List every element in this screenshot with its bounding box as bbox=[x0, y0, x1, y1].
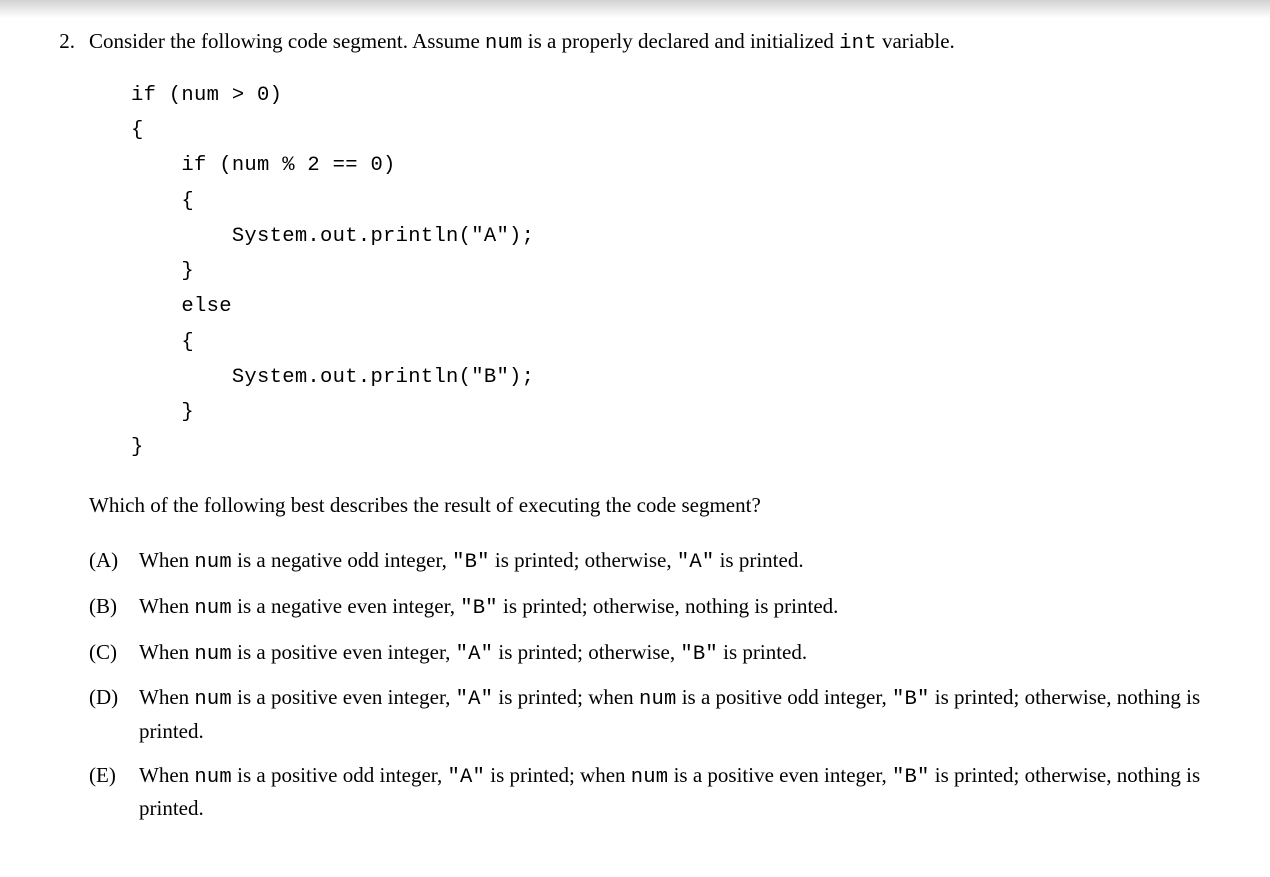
inline-code: num bbox=[194, 766, 232, 789]
exam-page: 2. Consider the following code segment. … bbox=[0, 0, 1270, 877]
choice-text: When num is a negative even integer, "B"… bbox=[139, 591, 1240, 625]
choice-text-fragment: is a positive odd integer, bbox=[676, 685, 892, 709]
choice-text-fragment: is printed; otherwise, bbox=[490, 548, 677, 572]
inline-code: "A" bbox=[456, 688, 494, 711]
inline-code: num bbox=[639, 688, 677, 711]
choice-text-fragment: is a positive even integer, bbox=[232, 640, 456, 664]
sub-question: Which of the following best describes th… bbox=[89, 490, 1240, 522]
choice-label: (B) bbox=[89, 591, 139, 623]
inline-code: num bbox=[631, 766, 669, 789]
answer-choice[interactable]: (E)When num is a positive odd integer, "… bbox=[89, 760, 1240, 825]
answer-choices: (A)When num is a negative odd integer, "… bbox=[89, 545, 1240, 825]
answer-choice[interactable]: (C)When num is a positive even integer, … bbox=[89, 637, 1240, 671]
answer-choice[interactable]: (A)When num is a negative odd integer, "… bbox=[89, 545, 1240, 579]
stem-text: is a properly declared and initialized bbox=[528, 29, 839, 53]
inline-code: "B" bbox=[460, 597, 498, 620]
choice-text: When num is a negative odd integer, "B" … bbox=[139, 545, 1240, 579]
choice-text-fragment: is a positive even integer, bbox=[668, 763, 892, 787]
question-number: 2. bbox=[30, 26, 89, 58]
inline-code: "A" bbox=[677, 551, 715, 574]
inline-code: "B" bbox=[892, 688, 930, 711]
choice-label: (E) bbox=[89, 760, 139, 792]
choice-text-fragment: is printed. bbox=[714, 548, 803, 572]
choice-label: (D) bbox=[89, 682, 139, 714]
stem-code-int: int bbox=[839, 32, 877, 55]
inline-code: num bbox=[194, 551, 232, 574]
inline-code: num bbox=[194, 688, 232, 711]
stem-text: Consider the following code segment. Ass… bbox=[89, 29, 485, 53]
choice-text: When num is a positive even integer, "A"… bbox=[139, 682, 1240, 747]
choice-text-fragment: is printed. bbox=[718, 640, 807, 664]
choice-label: (A) bbox=[89, 545, 139, 577]
inline-code: "B" bbox=[452, 551, 490, 574]
choice-text-fragment: is printed; when bbox=[493, 685, 639, 709]
choice-text-fragment: is printed; otherwise, nothing is printe… bbox=[498, 594, 839, 618]
answer-choice[interactable]: (B)When num is a negative even integer, … bbox=[89, 591, 1240, 625]
inline-code: num bbox=[194, 597, 232, 620]
choice-text: When num is a positive odd integer, "A" … bbox=[139, 760, 1240, 825]
choice-text-fragment: When bbox=[139, 640, 194, 664]
choice-text-fragment: When bbox=[139, 763, 194, 787]
choice-text-fragment: is a positive even integer, bbox=[232, 685, 456, 709]
choice-text-fragment: is a positive odd integer, bbox=[232, 763, 448, 787]
inline-code: num bbox=[194, 643, 232, 666]
inline-code: "B" bbox=[680, 643, 718, 666]
choice-text-fragment: is printed; when bbox=[485, 763, 631, 787]
choice-text-fragment: is a negative odd integer, bbox=[232, 548, 452, 572]
choice-text-fragment: is a negative even integer, bbox=[232, 594, 460, 618]
answer-choice[interactable]: (D)When num is a positive even integer, … bbox=[89, 682, 1240, 747]
inline-code: "A" bbox=[447, 766, 485, 789]
choice-text-fragment: When bbox=[139, 685, 194, 709]
choice-text-fragment: is printed; otherwise, bbox=[493, 640, 680, 664]
choice-text: When num is a positive even integer, "A"… bbox=[139, 637, 1240, 671]
question-body: Consider the following code segment. Ass… bbox=[89, 26, 1240, 837]
question-2: 2. Consider the following code segment. … bbox=[30, 26, 1240, 837]
choice-text-fragment: When bbox=[139, 594, 194, 618]
code-segment: if (num > 0) { if (num % 2 == 0) { Syste… bbox=[131, 78, 1240, 466]
choice-label: (C) bbox=[89, 637, 139, 669]
inline-code: "A" bbox=[456, 643, 494, 666]
inline-code: "B" bbox=[892, 766, 930, 789]
stem-text: variable. bbox=[882, 29, 955, 53]
stem-code-num: num bbox=[485, 32, 523, 55]
question-stem: Consider the following code segment. Ass… bbox=[89, 26, 1240, 60]
choice-text-fragment: When bbox=[139, 548, 194, 572]
